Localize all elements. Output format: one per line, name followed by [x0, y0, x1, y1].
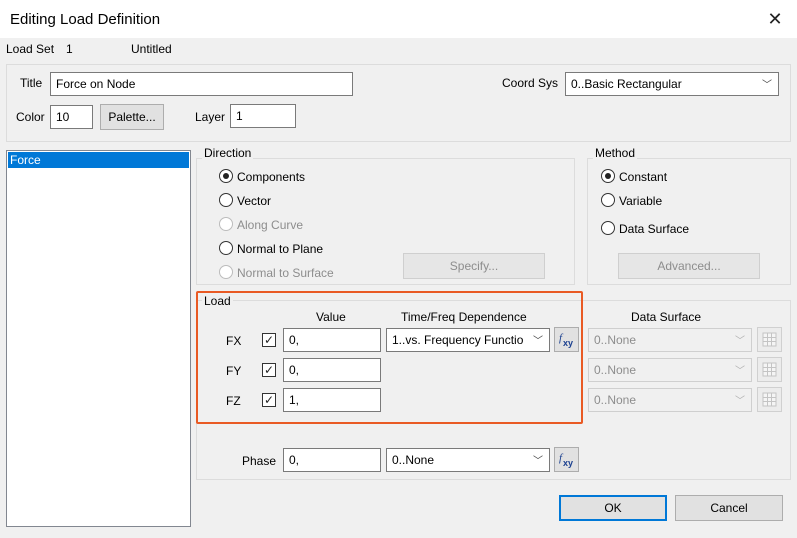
direction-label: Direction — [202, 146, 254, 160]
fxy-function-icon[interactable]: f xy — [554, 447, 579, 472]
direction-components-label: Components — [237, 170, 306, 184]
chevron-down-icon: ﹀ — [533, 456, 543, 467]
fz-checkbox[interactable]: ✓ — [262, 393, 276, 407]
table-icon[interactable] — [757, 387, 782, 412]
fy-surface-select[interactable]: 0..None ﹀ — [588, 358, 752, 382]
chevron-down-icon: ﹀ — [735, 396, 745, 407]
palette-button[interactable]: Palette... — [100, 104, 164, 130]
list-item[interactable]: Force — [8, 152, 189, 168]
fy-value-input[interactable]: 0, — [283, 358, 381, 382]
direction-normal-plane-label: Normal to Plane — [237, 242, 324, 256]
svg-text:xy: xy — [563, 338, 573, 348]
load-set-id: 1 — [66, 42, 73, 56]
coord-sys-select[interactable]: 0..Basic Rectangular ﹀ — [565, 72, 779, 96]
color-input[interactable]: 10 — [50, 105, 93, 129]
direction-normal-surface-radio[interactable] — [219, 265, 233, 279]
cancel-button[interactable]: Cancel — [675, 495, 783, 521]
direction-components-radio[interactable] — [219, 169, 233, 183]
layer-input[interactable]: 1 — [230, 104, 296, 128]
table-icon[interactable] — [757, 357, 782, 382]
col-surface-header: Data Surface — [631, 310, 702, 324]
fx-value-input[interactable]: 0, — [283, 328, 381, 352]
method-variable-radio[interactable] — [601, 193, 615, 207]
phase-time-select[interactable]: 0..None ﹀ — [386, 448, 550, 472]
svg-text:xy: xy — [563, 458, 573, 468]
fx-checkbox[interactable]: ✓ — [262, 333, 276, 347]
coord-sys-value: 0..Basic Rectangular — [571, 77, 682, 91]
fz-label: FZ — [226, 394, 241, 408]
direction-vector-radio[interactable] — [219, 193, 233, 207]
advanced-button[interactable]: Advanced... — [618, 253, 760, 279]
close-icon[interactable]: ✕ — [764, 8, 786, 30]
fx-time-value: 1..vs. Frequency Functio — [392, 333, 524, 347]
col-time-header: Time/Freq Dependence — [401, 310, 527, 324]
direction-normal-plane-radio[interactable] — [219, 241, 233, 255]
fx-time-select[interactable]: 1..vs. Frequency Functio ﹀ — [386, 328, 550, 352]
load-label: Load — [202, 294, 233, 308]
direction-along-curve-label: Along Curve — [237, 218, 304, 232]
method-data-surface-radio[interactable] — [601, 221, 615, 235]
phase-time-value: 0..None — [392, 453, 435, 467]
direction-along-curve-radio[interactable] — [219, 217, 233, 231]
title-label: Title — [20, 76, 43, 90]
chevron-down-icon: ﹀ — [735, 366, 745, 377]
coord-sys-label: Coord Sys — [502, 76, 559, 90]
title-input[interactable]: Force on Node — [50, 72, 353, 96]
direction-normal-surface-label: Normal to Surface — [237, 266, 334, 280]
ok-button[interactable]: OK — [559, 495, 667, 521]
window-title: Editing Load Definition — [10, 11, 161, 28]
color-label: Color — [16, 110, 45, 124]
phase-label: Phase — [242, 454, 277, 468]
specify-button[interactable]: Specify... — [403, 253, 545, 279]
chevron-down-icon: ﹀ — [533, 336, 543, 347]
table-icon[interactable] — [757, 327, 782, 352]
fx-label: FX — [226, 334, 242, 348]
load-set-label: Load Set — [6, 42, 55, 56]
method-label: Method — [593, 146, 638, 160]
phase-value-input[interactable]: 0, — [283, 448, 381, 472]
fx-surface-select[interactable]: 0..None ﹀ — [588, 328, 752, 352]
layer-label: Layer — [195, 110, 226, 124]
fz-surface-select[interactable]: 0..None ﹀ — [588, 388, 752, 412]
fxy-function-icon[interactable]: f xy — [554, 327, 579, 352]
chevron-down-icon: ﹀ — [762, 80, 772, 91]
fz-surface-value: 0..None — [594, 393, 637, 407]
method-constant-radio[interactable] — [601, 169, 615, 183]
fx-surface-value: 0..None — [594, 333, 637, 347]
method-constant-label: Constant — [619, 170, 668, 184]
chevron-down-icon: ﹀ — [735, 336, 745, 347]
load-set-name: Untitled — [131, 42, 172, 56]
fy-label: FY — [226, 364, 242, 378]
load-list[interactable]: Force — [6, 150, 191, 527]
method-variable-label: Variable — [619, 194, 663, 208]
fz-value-input[interactable]: 1, — [283, 388, 381, 412]
fy-surface-value: 0..None — [594, 363, 637, 377]
method-data-surface-label: Data Surface — [619, 222, 690, 236]
fy-checkbox[interactable]: ✓ — [262, 363, 276, 377]
col-value-header: Value — [316, 310, 346, 324]
direction-vector-label: Vector — [237, 194, 272, 208]
